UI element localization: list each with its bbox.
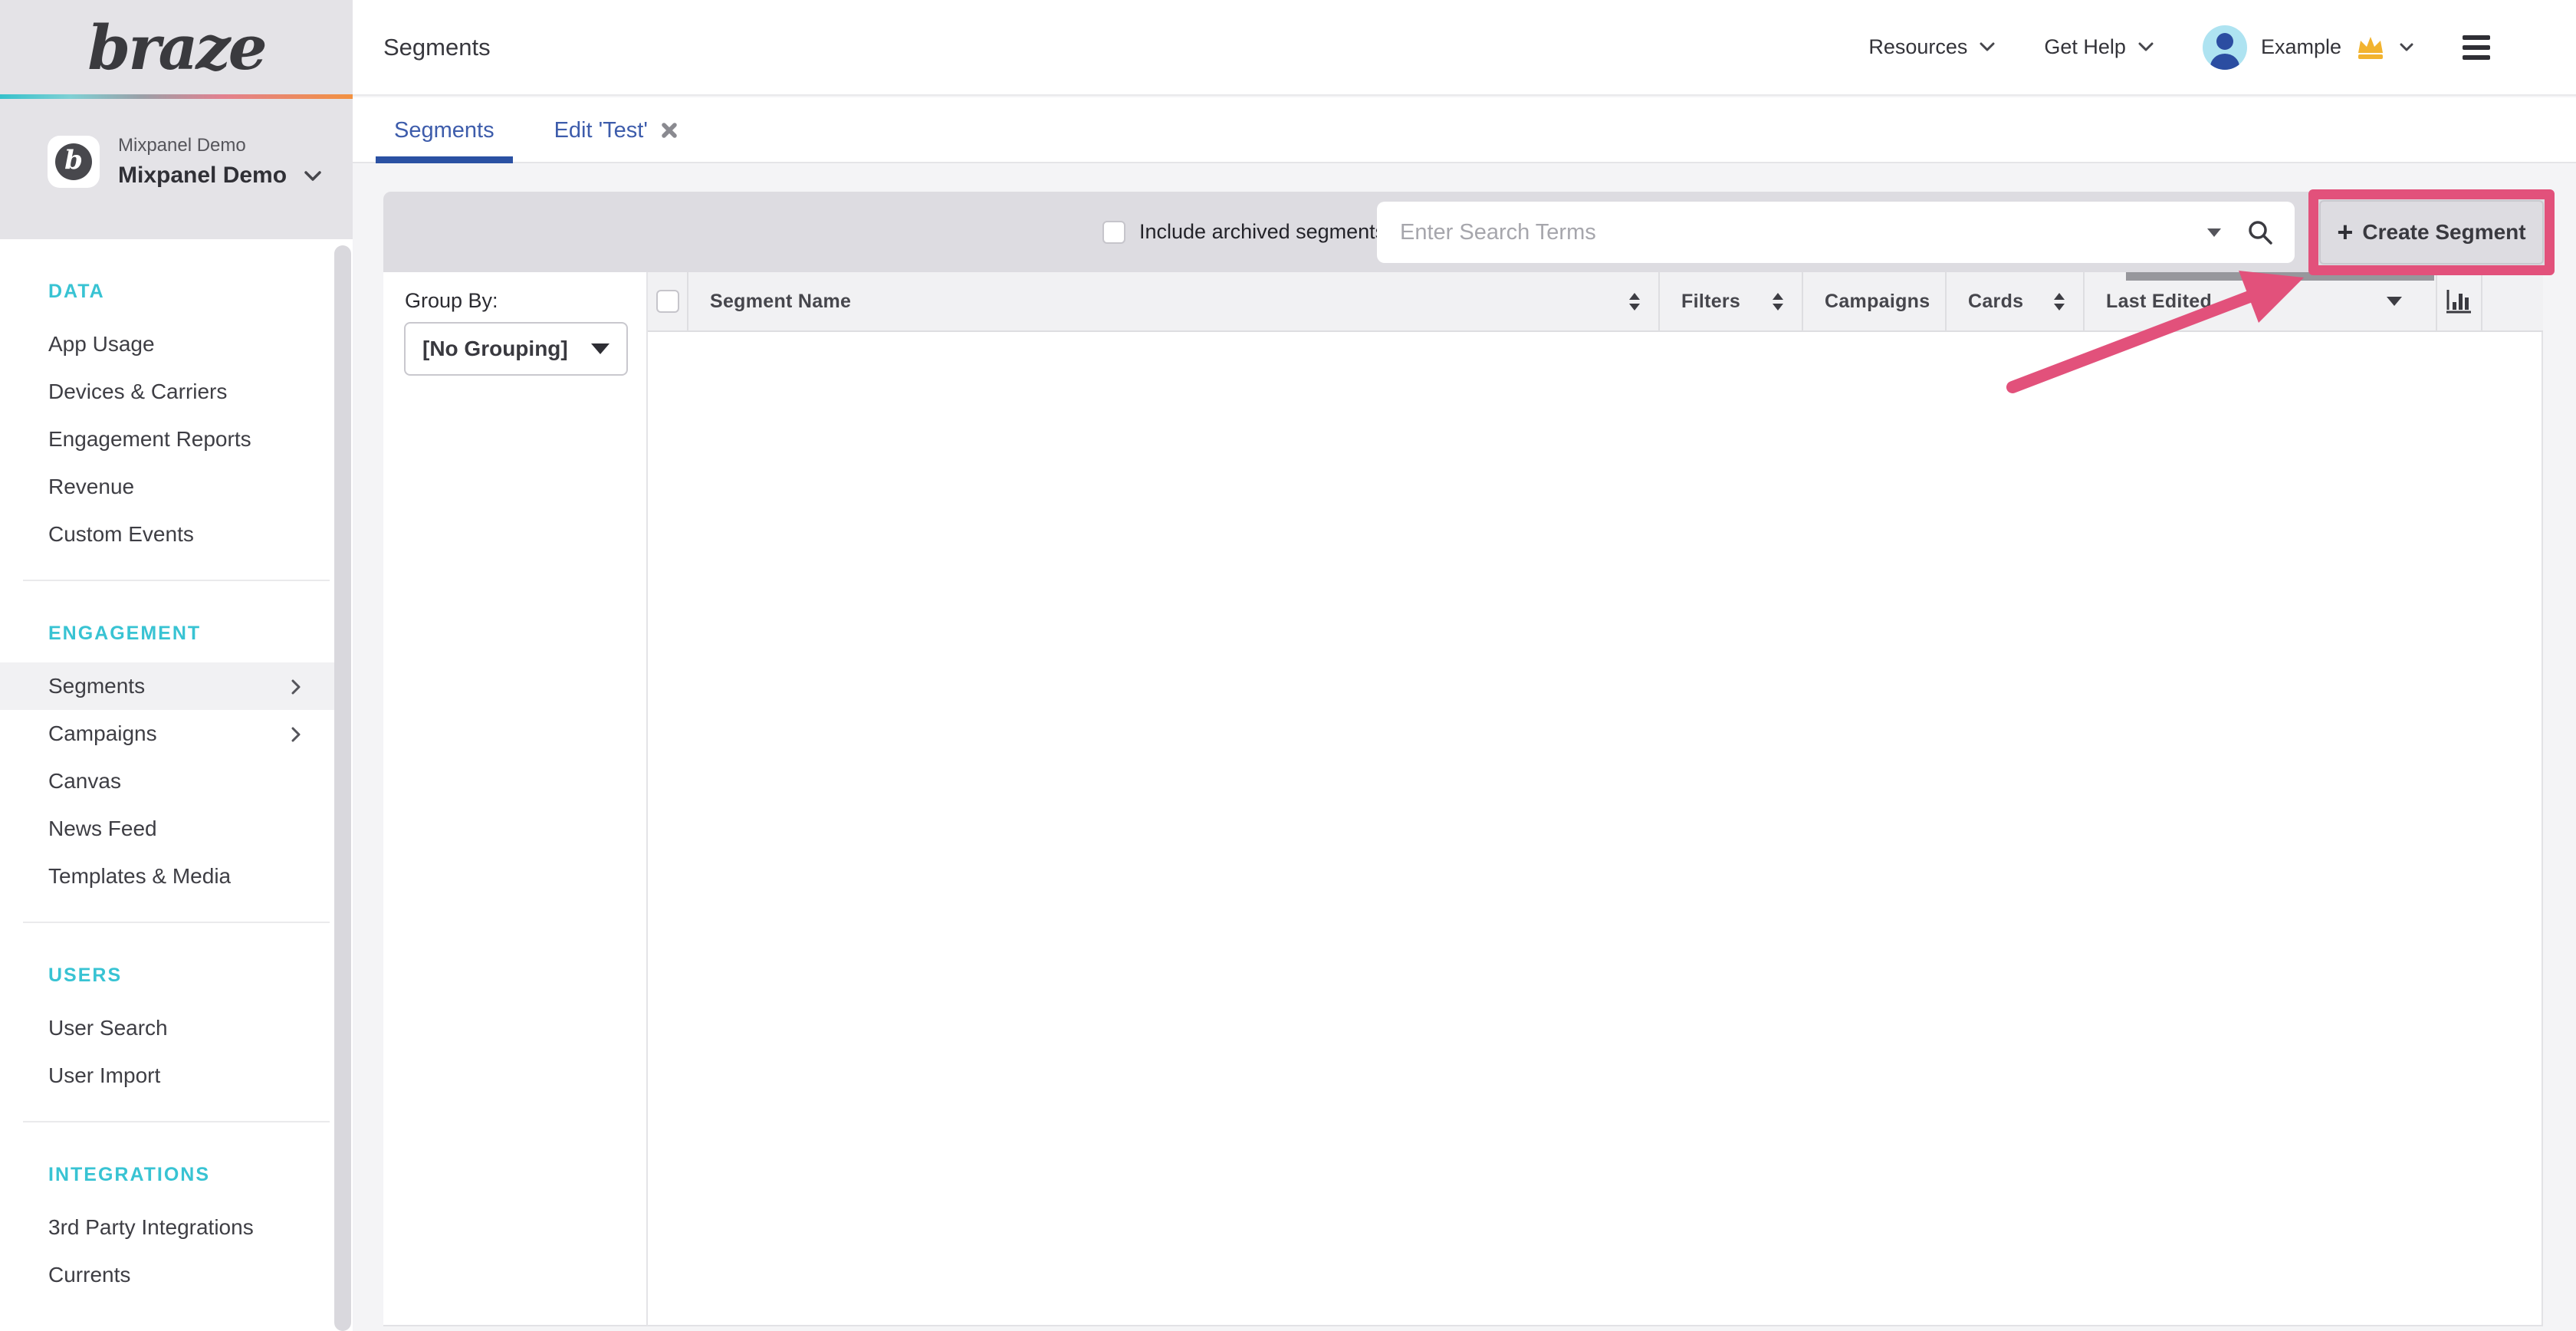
sidebar-item-user-import[interactable]: User Import [0,1052,335,1099]
sidebar-section-integrations: INTEGRATIONS 3rd Party IntegrationsCurren… [0,1122,353,1299]
sidebar-section-title: DATA [0,267,353,316]
chevron-down-icon [304,170,322,182]
tab-edit-test-label: Edit 'Test' [554,118,648,143]
column-header-cards[interactable]: Cards [1945,272,2083,330]
column-header-blank [2481,272,2543,330]
bar-chart-icon [2446,289,2473,314]
tab-segments[interactable]: Segments [376,97,513,163]
sidebar-item-app-usage[interactable]: App Usage [0,320,335,368]
avatar [2203,25,2247,70]
sort-icon[interactable] [1629,293,1640,311]
chevron-down-icon [1980,42,1995,52]
create-segment-label: Create Segment [2362,220,2525,245]
search-dropdown-caret-icon[interactable] [2207,228,2221,237]
page-title: Segments [383,34,491,61]
group-by-panel: Group By: [No Grouping] [383,272,648,1326]
sidebar-scrollbar[interactable] [334,245,351,1331]
sidebar-item-news-feed[interactable]: News Feed [0,805,335,853]
hamburger-menu-icon[interactable] [2463,35,2490,60]
segments-table-body [648,332,2543,1326]
user-menu[interactable]: Example [2203,25,2413,70]
sidebar-section-title: INTEGRATIONS [0,1150,353,1199]
column-header-analytics[interactable] [2436,272,2481,330]
sidebar-item-campaigns[interactable]: Campaigns [0,710,335,758]
sidebar-item-user-search[interactable]: User Search [0,1004,335,1052]
sidebar-item-currents[interactable]: Currents [0,1251,335,1299]
workspace-company-label: Mixpanel Demo [118,163,287,189]
group-by-label: Group By: [405,289,498,313]
workspace-app-label: Mixpanel Demo [118,135,322,156]
sidebar-section-data: DATAApp UsageDevices & CarriersEngagemen… [0,239,353,581]
plus-icon: + [2337,219,2353,246]
sidebar-section-title: ENGAGEMENT [0,609,353,658]
group-by-select[interactable]: [No Grouping] [404,322,628,376]
sidebar-item-segments[interactable]: Segments [0,662,335,710]
search-icon[interactable] [2247,219,2273,245]
sidebar-item-templates-media[interactable]: Templates & Media [0,853,335,900]
workspace-switcher[interactable]: b Mixpanel Demo Mixpanel Demo [48,135,322,189]
chevron-down-icon [2138,42,2154,52]
sidebar-header: braze b Mixpanel Demo Mixpanel Demo [0,0,353,239]
sort-icon[interactable] [2054,293,2065,311]
sidebar-item-3rd-party-integrations[interactable]: 3rd Party Integrations [0,1204,335,1251]
sidebar: braze b Mixpanel Demo Mixpanel Demo DATA… [0,0,353,1331]
create-segment-button[interactable]: + Create Segment [2319,200,2544,265]
get-help-label: Get Help [2044,35,2126,59]
crown-icon [2355,35,2386,60]
include-archived-checkbox[interactable] [1102,221,1125,244]
search-input[interactable] [1398,219,2181,246]
search-box [1377,202,2295,263]
close-icon[interactable] [660,121,678,140]
sort-icon[interactable] [1773,293,1783,311]
logo-area: braze [0,0,353,94]
b-mark-icon: b [55,143,92,180]
sidebar-item-devices-carriers[interactable]: Devices & Carriers [0,368,335,416]
tab-segments-label: Segments [394,118,495,143]
sidebar-section-title: USERS [0,951,353,1000]
get-help-menu[interactable]: Get Help [2044,35,2154,59]
sidebar-item-revenue[interactable]: Revenue [0,463,335,511]
user-name: Example [2261,35,2341,59]
resources-menu[interactable]: Resources [1868,35,1995,59]
sidebar-nav: DATAApp UsageDevices & CarriersEngagemen… [0,239,353,1299]
chevron-right-icon [291,679,301,695]
sidebar-item-canvas[interactable]: Canvas [0,758,335,805]
tabbar: Segments Edit 'Test' [353,97,2576,163]
person-icon [2203,25,2247,70]
tab-edit-test[interactable]: Edit 'Test' [536,97,697,163]
sidebar-item-engagement-reports[interactable]: Engagement Reports [0,416,335,463]
sidebar-section-users: USERSUser SearchUser Import [0,923,353,1122]
brand-gradient-divider [0,94,353,99]
include-archived-label: Include archived segments [1139,220,1385,244]
column-header-last-edited[interactable]: Last Edited [2083,272,2436,330]
topbar: Segments Resources Get Help Example [353,0,2576,96]
chevron-down-icon [2400,43,2413,52]
chevron-down-icon [591,343,610,354]
select-all-cell [648,272,687,330]
horizontal-scrollbar-thumb[interactable] [2126,272,2434,281]
column-header-filters[interactable]: Filters [1658,272,1802,330]
sidebar-section-engagement: ENGAGEMENTSegments Campaigns CanvasNews … [0,581,353,923]
segments-toolbar: Include archived segments + Create Segme… [383,192,2555,272]
column-header-campaigns[interactable]: Campaigns [1802,272,1945,330]
group-by-value: [No Grouping] [422,337,568,361]
column-header-segment-name[interactable]: Segment Name [687,272,1658,330]
segments-table-header: Segment Name Filters Campaigns Cards Las… [648,272,2543,332]
resources-label: Resources [1868,35,1967,59]
chevron-right-icon [291,726,301,743]
select-all-checkbox[interactable] [656,290,679,313]
workspace-logo-icon: b [48,136,100,188]
sidebar-item-custom-events[interactable]: Custom Events [0,511,335,558]
sort-desc-icon[interactable] [2387,297,2402,306]
braze-logo: braze [87,12,264,84]
